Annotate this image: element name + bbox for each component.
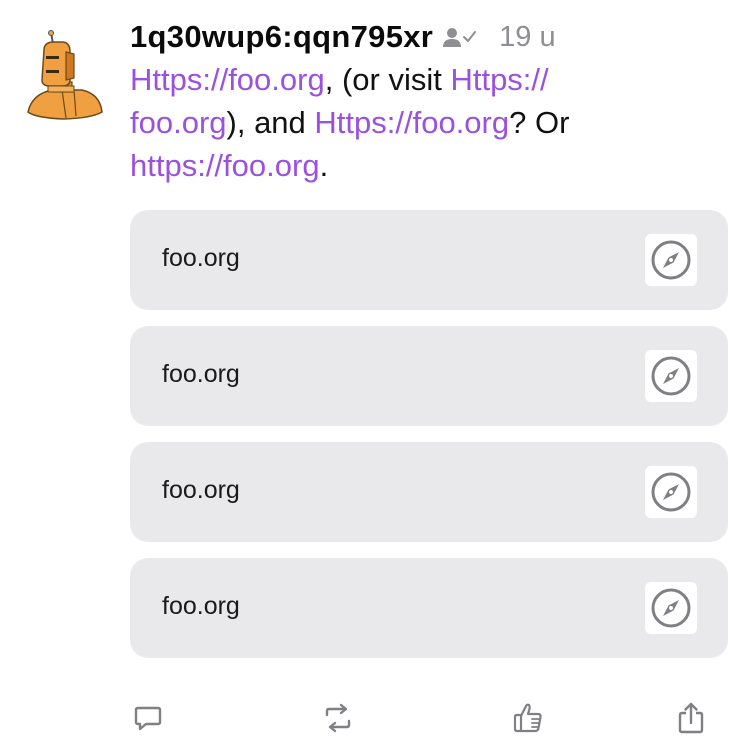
post-link[interactable]: Https://foo.org xyxy=(130,62,325,97)
like-icon[interactable] xyxy=(510,700,546,736)
post-content: 1q30wup6:qqn795xr 19 u Https://foo.org, … xyxy=(130,14,730,674)
robot-avatar-image xyxy=(27,30,103,120)
post-link[interactable]: Https:// xyxy=(450,62,548,97)
compass-icon[interactable] xyxy=(645,582,697,634)
link-card-label: foo.org xyxy=(162,476,240,504)
boost-icon[interactable] xyxy=(320,700,356,736)
link-card[interactable]: foo.org xyxy=(130,326,728,426)
post-link[interactable]: Https://foo.org xyxy=(314,105,509,140)
avatar[interactable] xyxy=(22,30,104,122)
link-card-label: foo.org xyxy=(162,592,240,620)
post-link[interactable]: https://foo.org xyxy=(130,148,320,183)
post-text: Https://foo.org, (or visit Https://foo.o… xyxy=(130,58,730,187)
text-segment: . xyxy=(319,148,329,183)
link-card[interactable]: foo.org xyxy=(130,558,728,658)
link-card[interactable]: foo.org xyxy=(130,442,728,542)
link-cards: foo.org foo.org foo.org foo.org xyxy=(130,210,730,658)
compass-icon[interactable] xyxy=(645,350,697,402)
text-segment: ), and xyxy=(226,105,315,140)
link-card[interactable]: foo.org xyxy=(130,210,728,310)
author-name[interactable]: 1q30wup6:qqn795xr xyxy=(130,19,433,55)
post-timestamp: 19 u xyxy=(499,20,556,53)
post-link[interactable]: foo.org xyxy=(130,105,227,140)
compass-icon[interactable] xyxy=(645,234,697,286)
bot-account-icon xyxy=(443,25,477,49)
link-card-label: foo.org xyxy=(162,244,240,272)
text-segment: , (or visit xyxy=(324,62,451,97)
post: 1q30wup6:qqn795xr 19 u Https://foo.org, … xyxy=(0,0,748,746)
post-action-bar xyxy=(130,700,730,740)
post-header: 1q30wup6:qqn795xr 19 u xyxy=(130,14,730,60)
text-segment: ? Or xyxy=(509,105,570,140)
share-icon[interactable] xyxy=(673,700,709,736)
compass-icon[interactable] xyxy=(645,466,697,518)
reply-icon[interactable] xyxy=(130,700,166,736)
link-card-label: foo.org xyxy=(162,360,240,388)
